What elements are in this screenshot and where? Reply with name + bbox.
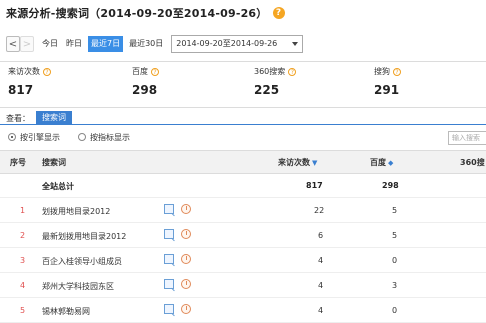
column-header-index: 序号 (10, 158, 26, 167)
sort-icon[interactable]: ▼ (312, 159, 317, 167)
column-header-keyword: 搜索词 (42, 158, 66, 167)
row-baidu: 0 (392, 256, 398, 265)
range-last30-button[interactable]: 最近30日 (127, 36, 165, 52)
table-row: 3 百企入桂领导小组成员 4 0 (0, 248, 486, 273)
table-row-total: 全站总计 817 298 (0, 173, 486, 198)
metric-label: 360搜索 (254, 67, 286, 76)
search-detail-icon[interactable] (164, 204, 174, 214)
row-visits: 4 (318, 306, 324, 315)
view-selector: 查看： 搜索词 (6, 110, 72, 124)
column-header-visits[interactable]: 来访次数 ▼ (278, 157, 317, 168)
table-row: 4 郑州大学科技园东区 4 3 (0, 273, 486, 298)
divider (0, 124, 486, 125)
radio-label[interactable]: 按指标显示 (90, 132, 130, 143)
range-last7-button[interactable]: 最近7日 (88, 36, 124, 52)
history-icon[interactable] (181, 304, 191, 314)
sort-icon[interactable]: ◆ (388, 159, 393, 167)
total-label: 全站总计 (42, 182, 74, 191)
row-index: 2 (20, 231, 26, 240)
date-range-value: 2014-09-20至2014-09-26 (176, 39, 278, 48)
row-keyword: 划拨用地目录2012 (42, 207, 111, 216)
metric-label: 来访次数 (8, 67, 40, 76)
row-index: 4 (20, 281, 26, 290)
metric-label: 搜狗 (374, 67, 390, 76)
range-today-button[interactable]: 今日 (40, 36, 60, 52)
row-baidu: 5 (392, 206, 398, 215)
metric-value: 291 (374, 83, 400, 97)
column-header-360[interactable]: 360搜 (460, 157, 485, 168)
metric-value: 225 (254, 83, 280, 97)
divider (0, 107, 486, 108)
divider (0, 61, 486, 62)
row-visits: 22 (314, 206, 325, 215)
date-toolbar: < > 今日 昨日 最近7日 最近30日 2014-09-20至2014-09-… (6, 34, 304, 54)
row-visits: 6 (318, 231, 324, 240)
radio-by-engine[interactable] (8, 133, 16, 141)
metric-value: 298 (132, 83, 158, 97)
row-visits: 4 (318, 281, 324, 290)
table-row: 5 锡林郭勒易网 4 0 (0, 298, 486, 323)
row-keyword: 最新划拨用地目录2012 (42, 232, 127, 241)
help-icon[interactable]: ? (288, 67, 297, 76)
table-header: 序号 搜索词 来访次数 ▼ 百度 ◆ 360搜 (0, 150, 486, 174)
search-detail-icon[interactable] (164, 229, 174, 239)
row-index: 1 (20, 206, 26, 215)
metrics-summary: 来访次数? 817 百度? 298 360搜索? 225 搜狗? 291 (0, 66, 486, 102)
row-baidu: 0 (392, 306, 398, 315)
row-keyword: 郑州大学科技园东区 (42, 282, 114, 291)
history-icon[interactable] (181, 229, 191, 239)
row-baidu: 5 (392, 231, 398, 240)
history-icon[interactable] (181, 254, 191, 264)
metric-value: 817 (8, 83, 34, 97)
range-yesterday-button[interactable]: 昨日 (64, 36, 84, 52)
search-detail-icon[interactable] (164, 304, 174, 314)
page-title: 来源分析-搜索词（2014-09-20至2014-09-26） (6, 7, 268, 20)
total-visits: 817 (306, 181, 323, 190)
search-input[interactable]: 输入搜索 (448, 131, 486, 145)
metric-label: 百度 (132, 67, 148, 76)
metric-sogou: 搜狗? 291 (374, 66, 401, 97)
display-mode-group: 按引擎显示 按指标显示 (8, 130, 148, 144)
date-range-select[interactable]: 2014-09-20至2014-09-26 (171, 35, 304, 53)
table-row: 1 划拨用地目录2012 22 5 (0, 198, 486, 223)
radio-by-metric[interactable] (78, 133, 86, 141)
row-keyword: 锡林郭勒易网 (42, 307, 90, 316)
search-detail-icon[interactable] (164, 254, 174, 264)
help-icon[interactable]: ? (43, 67, 51, 76)
column-header-baidu[interactable]: 百度 ◆ (370, 157, 393, 168)
row-keyword: 百企入桂领导小组成员 (42, 257, 122, 266)
history-icon[interactable] (181, 204, 191, 214)
radio-label[interactable]: 按引擎显示 (20, 132, 60, 143)
table-row: 2 最新划拨用地目录2012 6 5 (0, 223, 486, 248)
total-baidu: 298 (382, 181, 399, 190)
search-detail-icon[interactable] (164, 279, 174, 289)
row-index: 5 (20, 306, 26, 315)
page-header: 来源分析-搜索词（2014-09-20至2014-09-26） ? (6, 4, 285, 22)
tab-keywords[interactable]: 搜索词 (36, 111, 72, 124)
metric-baidu: 百度? 298 (132, 66, 159, 97)
row-baidu: 3 (392, 281, 398, 290)
help-icon[interactable]: ? (393, 67, 401, 76)
help-icon[interactable]: ? (151, 67, 159, 76)
row-visits: 4 (318, 256, 324, 265)
help-icon[interactable]: ? (272, 7, 285, 19)
history-icon[interactable] (181, 279, 191, 289)
prev-period-button[interactable]: < (6, 36, 20, 52)
metric-visits: 来访次数? 817 (8, 66, 51, 97)
chevron-down-icon (292, 42, 299, 46)
row-index: 3 (20, 256, 26, 265)
next-period-button[interactable]: > (20, 36, 34, 52)
metric-360: 360搜索? 225 (254, 66, 297, 97)
view-label: 查看： (6, 114, 30, 123)
